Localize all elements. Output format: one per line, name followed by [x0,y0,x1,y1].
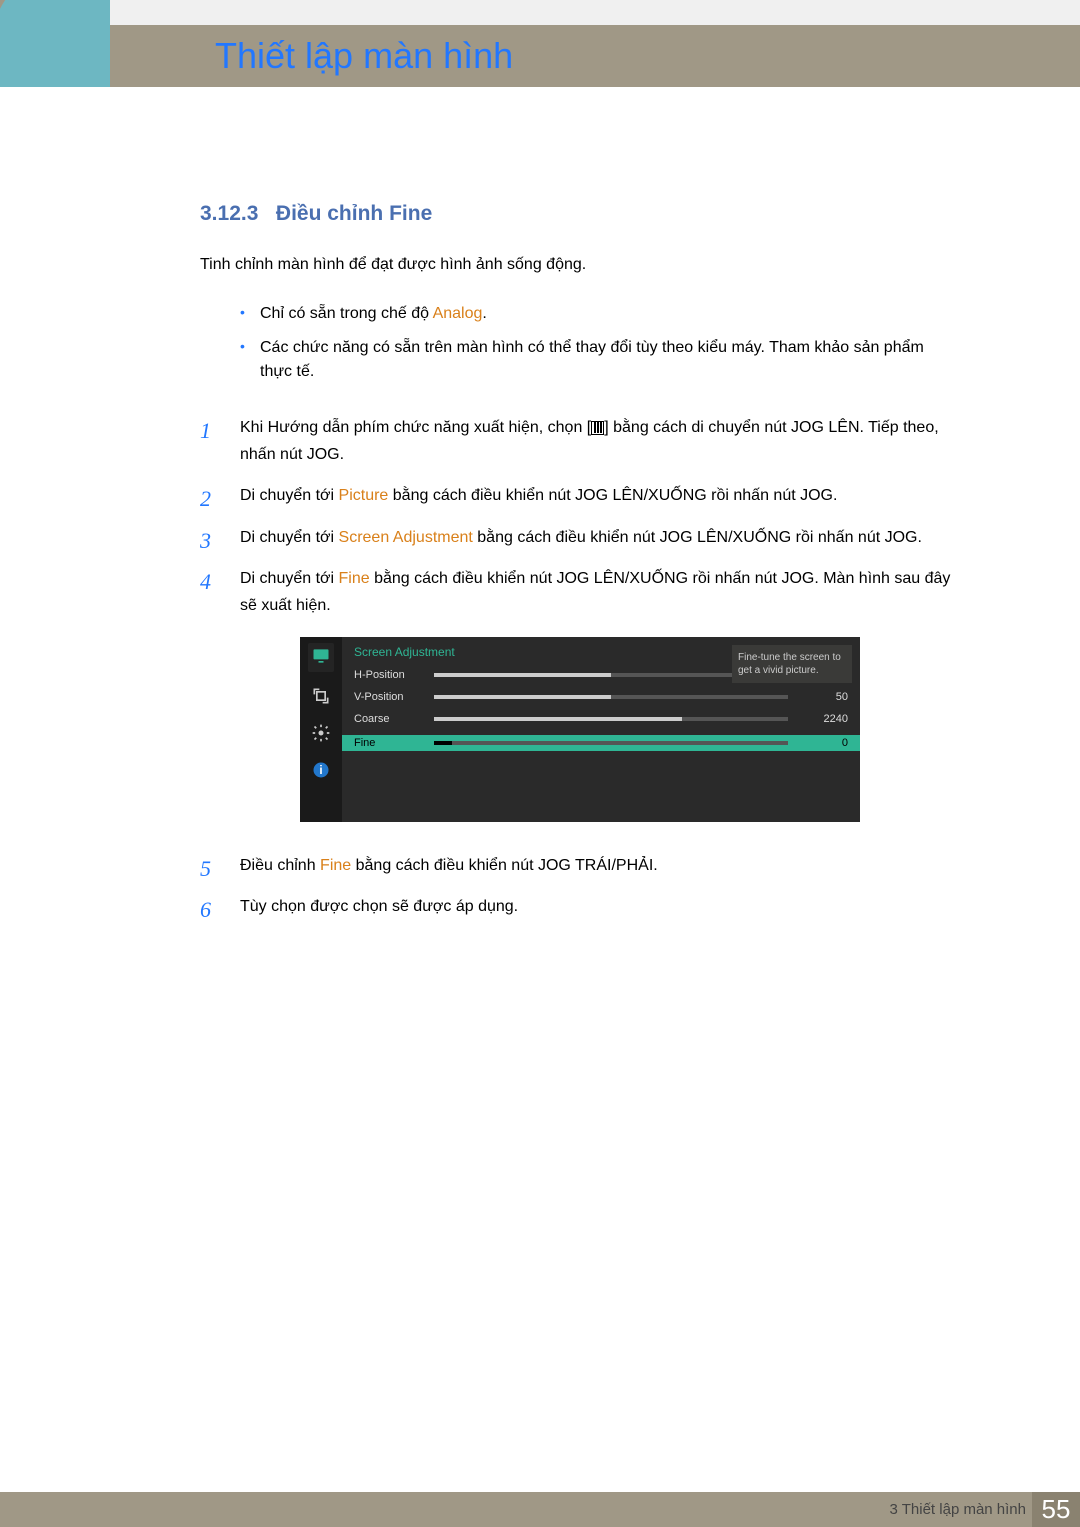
osd-bar [434,741,788,745]
intro-text: Tinh chỉnh màn hình để đạt được hình ảnh… [200,256,960,274]
footer-chapter-label: 3 Thiết lập màn hình [890,1501,1026,1518]
page-body: 3.12.3 Điều chỉnh Fine Tinh chỉnh màn hì… [0,87,1080,1492]
step-item: 2 Di chuyển tới Picture bằng cách điều k… [200,482,960,509]
step-list: 1 Khi Hướng dẫn phím chức năng xuất hiện… [200,414,960,619]
chapter-title: Thiết lập màn hình [215,35,513,77]
osd-bar [434,717,788,721]
step-item: 5 Điều chỉnh Fine bằng cách điều khiển n… [200,852,960,879]
accent-term: Picture [339,487,389,504]
osd-bar [434,695,788,699]
info-icon: i [311,760,331,783]
osd-row: Coarse 2240 [354,713,848,725]
note-item: Chỉ có sẵn trong chế độ Analog. [240,302,960,326]
corner-graphic [0,0,110,95]
step-item: 4 Di chuyển tới Fine bằng cách điều khiể… [200,565,960,619]
note-item: Các chức năng có sẵn trên màn hình có th… [240,336,960,384]
note-list: Chỉ có sẵn trong chế độ Analog. Các chức… [240,302,960,384]
osd-main: Screen Adjustment H-Position 50 V-Positi… [342,637,860,822]
osd-row-active: Fine 0 [342,735,860,751]
step-item: 6 Tùy chọn được chọn sẽ được áp dụng. [200,893,960,920]
menu-icon [591,421,604,435]
osd-row: V-Position 50 [354,691,848,703]
accent-term: Analog [433,305,483,322]
accent-term: Fine [339,570,370,587]
step-item: 3 Di chuyển tới Screen Adjustment bằng c… [200,524,960,551]
section-number: 3.12.3 [200,202,258,225]
osd-sidebar: i [300,637,342,822]
section-title: Điều chỉnh Fine [276,202,432,225]
monitor-icon [308,643,334,672]
accent-term: Screen Adjustment [339,529,473,546]
svg-text:i: i [319,764,322,777]
osd-tooltip: Fine-tune the screen to get a vivid pict… [732,645,852,683]
section-heading: 3.12.3 Điều chỉnh Fine [200,202,960,226]
page-footer: 3 Thiết lập màn hình 55 [0,1492,1080,1527]
page-number: 55 [1032,1492,1080,1527]
step-item: 1 Khi Hướng dẫn phím chức năng xuất hiện… [200,414,960,468]
chapter-header: Thiết lập màn hình [110,25,1080,87]
accent-term: Fine [320,857,351,874]
step-list-cont: 5 Điều chỉnh Fine bằng cách điều khiển n… [200,852,960,920]
osd-screenshot: i Screen Adjustment H-Position 50 V-Posi… [200,637,960,822]
gear-icon [311,723,331,746]
resize-icon [311,686,331,709]
